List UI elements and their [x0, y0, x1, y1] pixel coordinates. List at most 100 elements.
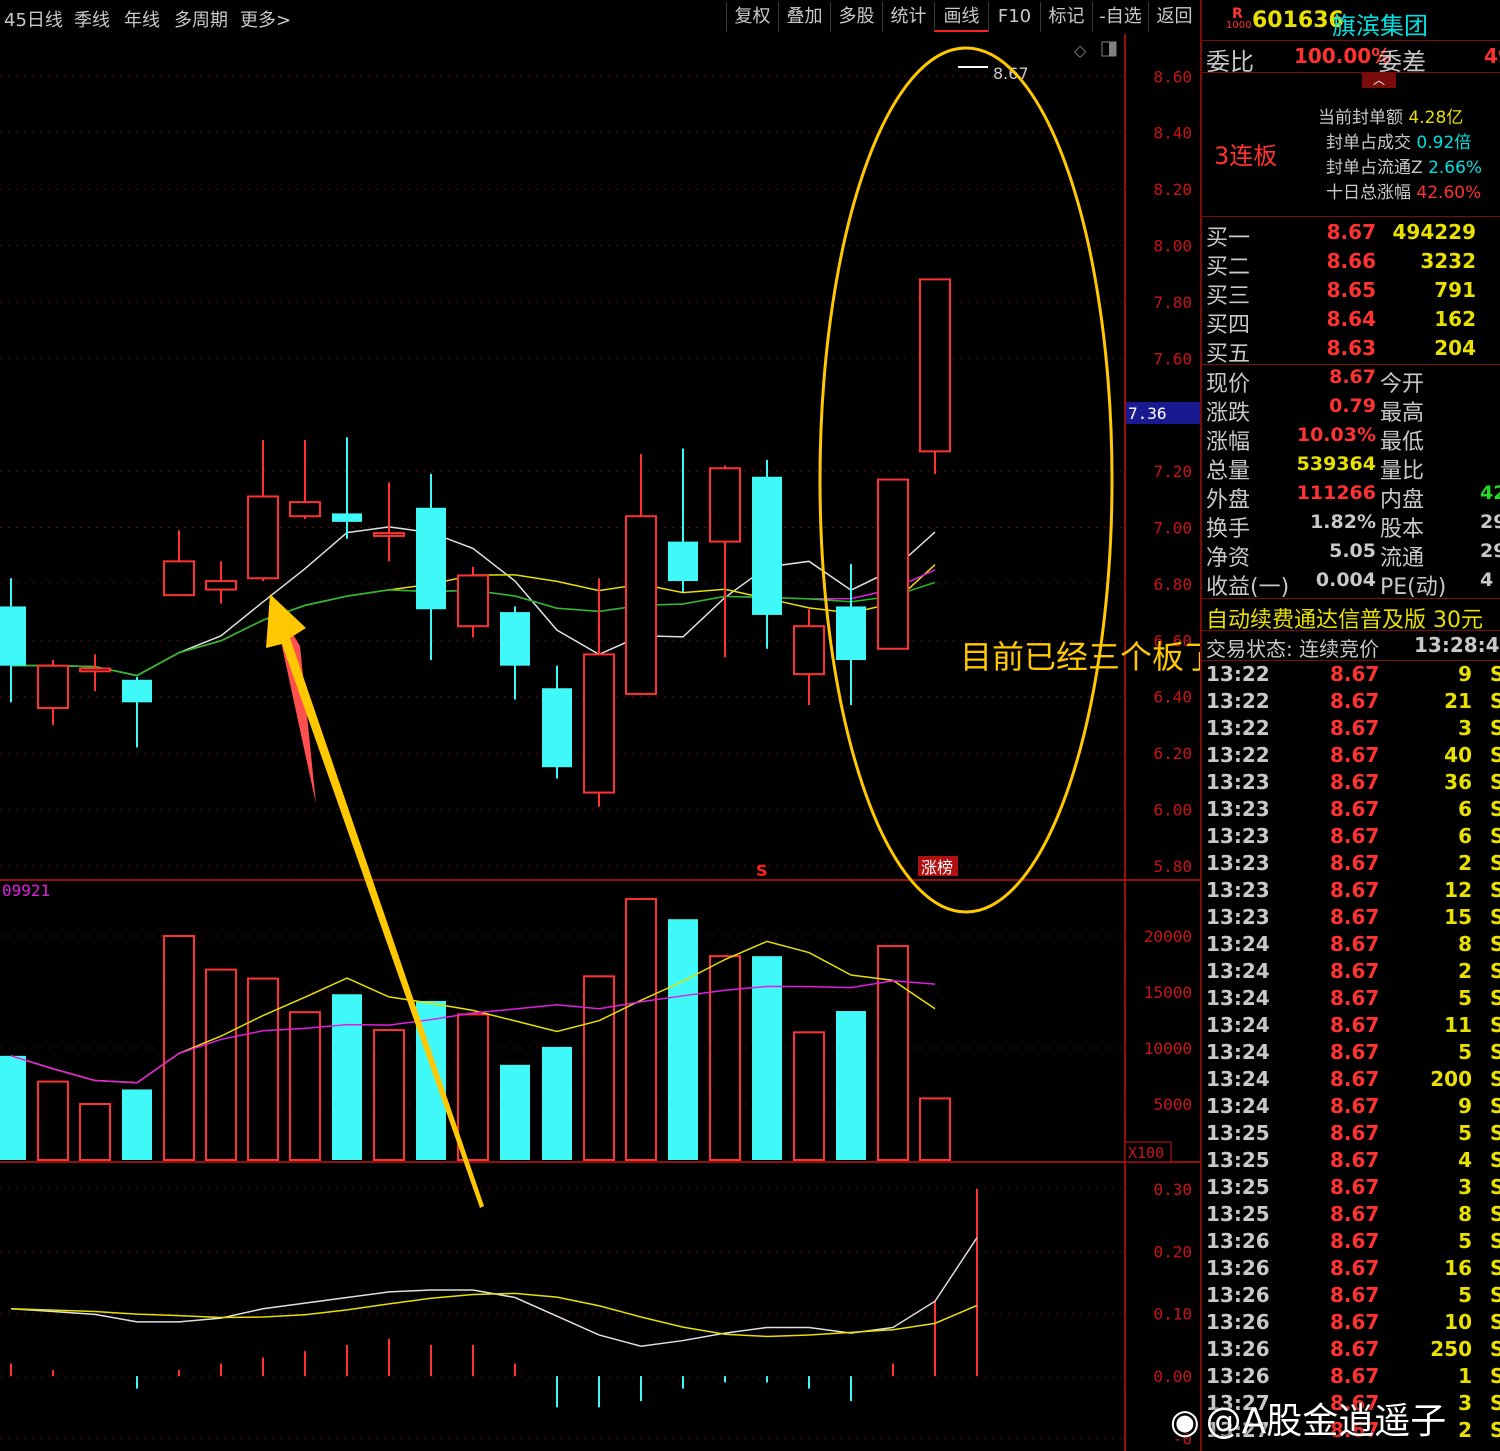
volume-bars [0, 898, 951, 1162]
mark-button[interactable]: 标记 [1040, 2, 1092, 32]
tick-volume: 2 [1458, 1418, 1472, 1442]
stat-label: 换手 [1206, 517, 1251, 542]
orderbook-volume: 791 [1434, 278, 1476, 302]
tick-volume: 2 [1458, 959, 1472, 983]
tick-time: 13:25 [1206, 1202, 1270, 1226]
tick-time: 13:22 [1206, 689, 1270, 713]
tick-price: 8.67 [1330, 1013, 1380, 1037]
orderbook-label: 买一 [1206, 226, 1251, 251]
tick-price: 8.67 [1330, 932, 1380, 956]
stat-value: 0.79 [1329, 395, 1376, 417]
price-tick-label: 8.20 [1153, 180, 1192, 199]
overlay-button[interactable]: 叠加 [778, 2, 830, 32]
tick-volume: 8 [1458, 1202, 1472, 1226]
seal-label: 封单占流通Z [1326, 158, 1423, 178]
draw-line-button[interactable]: 画线 [934, 2, 988, 32]
tick-price: 8.67 [1330, 1148, 1380, 1172]
tick-time: 13:22 [1206, 662, 1270, 686]
tick-time: 13:25 [1206, 1175, 1270, 1199]
market-sub: 1000 [1226, 20, 1252, 31]
collapse-chevron-icon[interactable]: ︿ [1362, 72, 1396, 88]
tick-side: S [1490, 1121, 1500, 1145]
remove-watchlist-button[interactable]: -自选 [1092, 2, 1148, 32]
period-quarter-tab[interactable]: 季线 [74, 6, 110, 32]
price-tick-label: 6.20 [1153, 744, 1192, 763]
tick-time: 13:24 [1206, 1094, 1270, 1118]
tick-price: 8.67 [1330, 1094, 1380, 1118]
stat-label: 内盘 [1380, 488, 1425, 513]
tick-volume: 11 [1444, 1013, 1472, 1037]
kline-chart[interactable]: 8.608.408.208.007.807.607.207.006.806.60… [0, 34, 1200, 1451]
tick-side: S [1490, 1283, 1500, 1307]
orderbook-row[interactable]: 买五 8.63 204 [1202, 336, 1500, 367]
candle-body-up [37, 664, 69, 709]
tick-row: 13:23 8.67 2 S [1202, 851, 1500, 878]
stat-value: 42 [1480, 482, 1500, 504]
candle-body-up [877, 478, 909, 650]
tick-price: 8.67 [1330, 1175, 1380, 1199]
multi-stock-button[interactable]: 多股 [830, 2, 882, 32]
highlight-ellipse [818, 46, 1114, 914]
tick-side: S [1490, 1013, 1500, 1037]
f10-button[interactable]: F10 [988, 2, 1040, 32]
diamond-icon[interactable]: ◇ [1074, 41, 1087, 60]
candle-body-down [542, 688, 572, 768]
tick-volume: 6 [1458, 797, 1472, 821]
period-45day-tab[interactable]: 45日线 [4, 6, 63, 32]
tick-price: 8.67 [1330, 1256, 1380, 1280]
tick-time: 13:23 [1206, 878, 1270, 902]
tick-side: S [1490, 1418, 1500, 1442]
orderbook-row[interactable]: 买三 8.65 791 [1202, 278, 1500, 309]
orderbook-row[interactable]: 买四 8.64 162 [1202, 307, 1500, 338]
orderbook-label: 买二 [1206, 255, 1251, 280]
stock-name[interactable]: 旗滨集团 [1332, 6, 1428, 41]
multi-period-tab[interactable]: 多周期 [174, 6, 228, 32]
orderbook-row[interactable]: 买二 8.66 3232 [1202, 249, 1500, 280]
tick-side: S [1490, 1175, 1500, 1199]
stat-label: 外盘 [1206, 488, 1251, 513]
price-tick-label: 7.00 [1153, 519, 1192, 538]
tick-side: S [1490, 770, 1500, 794]
orderbook-volume: 494229 [1392, 220, 1477, 244]
more-menu[interactable]: 更多> [240, 6, 291, 32]
price-tick-label: 7.60 [1153, 349, 1192, 368]
statistics-button[interactable]: 统计 [882, 2, 934, 32]
orderbook-row[interactable]: 买一 8.67 494229 [1202, 220, 1500, 251]
candle-body-down [0, 606, 26, 666]
tick-row: 13:23 8.67 36 S [1202, 770, 1500, 797]
tick-side: S [1490, 1229, 1500, 1253]
back-button[interactable]: 返回 [1148, 2, 1200, 32]
stock-code: 601636 [1252, 8, 1344, 33]
orderbook-price: 8.63 [1326, 336, 1376, 360]
tick-row: 13:23 8.67 6 S [1202, 824, 1500, 851]
volume-bar-down [122, 1089, 152, 1160]
price-tick-label: 8.40 [1153, 124, 1192, 143]
candle-body-up [625, 515, 657, 695]
weibi-value: 100.00% [1294, 44, 1392, 68]
tick-row: 13:26 8.67 5 S [1202, 1229, 1500, 1256]
seal-value: 2.66% [1428, 158, 1483, 178]
tick-time: 13:24 [1206, 1013, 1270, 1037]
price-tick-label: 7.80 [1153, 293, 1192, 312]
tick-price: 8.67 [1330, 986, 1380, 1010]
macd-dif-line [10, 1237, 978, 1347]
tick-price: 8.67 [1330, 1202, 1380, 1226]
volume-tick-label: 5000 [1153, 1095, 1192, 1114]
volume-indicator-value: 09921 [2, 881, 50, 900]
adjust-rights-button[interactable]: 复权 [726, 2, 778, 32]
trade-state-label: 交易状态: 连续竞价 [1206, 637, 1380, 661]
volume-bar-down [542, 1046, 572, 1160]
volume-bar-down [332, 994, 362, 1160]
tick-time: 13:26 [1206, 1310, 1270, 1334]
tick-side: S [1490, 1094, 1500, 1118]
orderbook-label: 买三 [1206, 284, 1251, 309]
period-year-tab[interactable]: 年线 [124, 6, 160, 32]
stat-label: PE(动) [1380, 575, 1447, 600]
divider [1202, 364, 1500, 365]
tick-volume: 36 [1444, 770, 1472, 794]
tick-volume: 200 [1430, 1067, 1472, 1091]
volume-bar-up [247, 977, 279, 1161]
stat-row: 收益(一) 0.004 PE(动) 4 [1202, 569, 1500, 600]
current-price-label: 7.36 [1128, 404, 1167, 423]
tick-volume: 21 [1444, 689, 1472, 713]
